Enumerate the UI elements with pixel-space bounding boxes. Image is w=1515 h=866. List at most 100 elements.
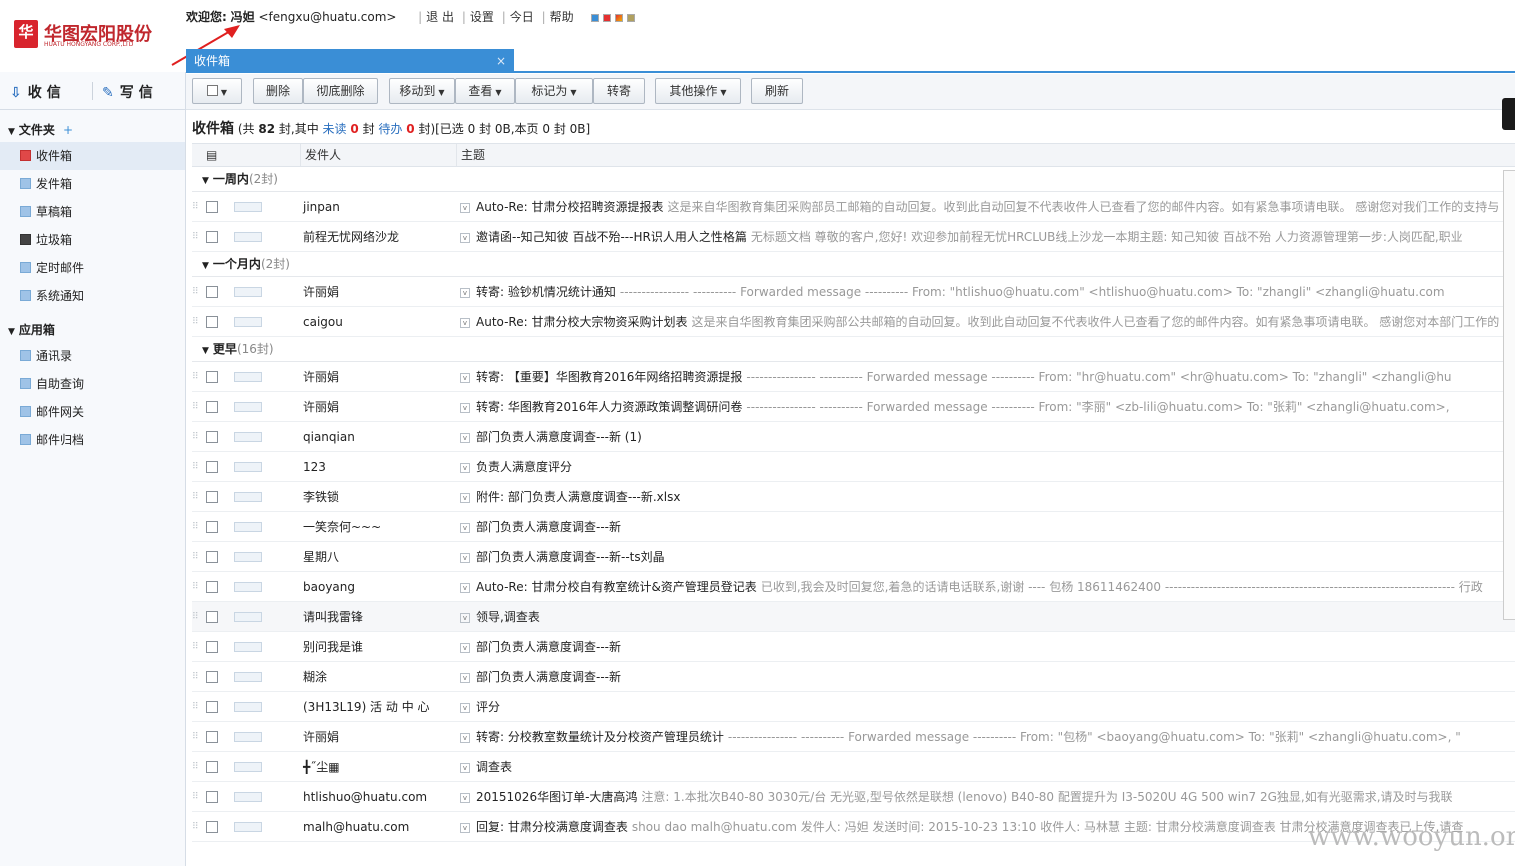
chevron-down-icon[interactable]: v bbox=[460, 612, 470, 623]
chevron-down-icon[interactable]: v bbox=[460, 232, 470, 243]
forward-button[interactable]: 转寄 bbox=[593, 78, 645, 104]
column-subject[interactable]: 主题 bbox=[456, 144, 1506, 166]
row-checkbox[interactable] bbox=[206, 641, 218, 653]
row-checkbox[interactable] bbox=[206, 316, 218, 328]
chevron-down-icon[interactable]: v bbox=[460, 522, 470, 533]
table-row[interactable]: ⠿ 前程无忧网络沙龙 v 邀请函--知己知彼 百战不殆---HR识人用人之性格篇 无标题… bbox=[192, 222, 1515, 252]
chevron-down-icon[interactable]: v bbox=[460, 432, 470, 443]
sidebar-item-system[interactable]: 系统通知 bbox=[0, 282, 185, 310]
folder-section-head[interactable]: ▼ 文件夹 + bbox=[0, 118, 185, 142]
row-checkbox[interactable] bbox=[206, 761, 218, 773]
add-folder-icon[interactable]: + bbox=[63, 123, 73, 137]
table-row[interactable]: ⠿ 许丽娟 v 转寄: 【重要】华图教育2016年网络招聘资源提报 ----------… bbox=[192, 362, 1515, 392]
sidebar-item-gateway[interactable]: 邮件网关 bbox=[0, 398, 185, 426]
other-actions-button[interactable]: 其他操作 ▼ bbox=[655, 78, 741, 104]
row-checkbox[interactable] bbox=[206, 521, 218, 533]
row-checkbox[interactable] bbox=[206, 611, 218, 623]
table-row[interactable]: ⠿ (3H13L19) 活 动 中 心 v 评分 bbox=[192, 692, 1515, 722]
drag-handle-icon[interactable]: ⠿ bbox=[192, 307, 200, 336]
chevron-down-icon[interactable]: v bbox=[460, 492, 470, 503]
table-row[interactable]: ⠿ 许丽娟 v 转寄: 华图教育2016年人力资源政策调整调研问卷 ----------… bbox=[192, 392, 1515, 422]
row-checkbox[interactable] bbox=[206, 371, 218, 383]
table-row[interactable]: ⠿ 请叫我雷锋 v 领导,调查表 bbox=[192, 602, 1515, 632]
row-checkbox[interactable] bbox=[206, 731, 218, 743]
skin-khaki-icon[interactable] bbox=[627, 13, 636, 22]
table-row[interactable]: ⠿ 李铁锁 v 附件: 部门负责人满意度调查---新.xlsx bbox=[192, 482, 1515, 512]
table-row[interactable]: ⠿ baoyang v Auto-Re: 甘肃分校自有教室统计&资产管理员登记表 已收到… bbox=[192, 572, 1515, 602]
table-row[interactable]: ⠿ 一笑奈何~~~ v 部门负责人满意度调查---新 bbox=[192, 512, 1515, 542]
drag-handle-icon[interactable]: ⠿ bbox=[192, 192, 200, 221]
table-row[interactable]: ⠿ 许丽娟 v 转寄: 验钞机情况统计通知 ---------------- -----… bbox=[192, 277, 1515, 307]
drag-handle-icon[interactable]: ⠿ bbox=[192, 277, 200, 306]
chevron-down-icon[interactable]: v bbox=[460, 642, 470, 653]
chevron-down-icon[interactable]: v bbox=[460, 287, 470, 298]
drag-handle-icon[interactable]: ⠿ bbox=[192, 662, 200, 691]
drag-handle-icon[interactable]: ⠿ bbox=[192, 752, 200, 781]
group-header[interactable]: ▼ 一个月内(2封) bbox=[192, 252, 1515, 277]
row-checkbox[interactable] bbox=[206, 401, 218, 413]
scrollbar[interactable] bbox=[1503, 170, 1515, 620]
purge-button[interactable]: 彻底删除 bbox=[303, 78, 378, 104]
skin-orange-icon[interactable] bbox=[615, 13, 624, 22]
table-row[interactable]: ⠿ qianqian v 部门负责人满意度调查---新 (1) bbox=[192, 422, 1515, 452]
table-row[interactable]: ⠿ 星期八 v 部门负责人满意度调查---新--ts刘晶 bbox=[192, 542, 1515, 572]
sidebar-item-sent[interactable]: 发件箱 bbox=[0, 170, 185, 198]
delete-button[interactable]: 删除 bbox=[253, 78, 303, 104]
drag-handle-icon[interactable]: ⠿ bbox=[192, 722, 200, 751]
row-checkbox[interactable] bbox=[206, 431, 218, 443]
drag-handle-icon[interactable]: ⠿ bbox=[192, 512, 200, 541]
drag-handle-icon[interactable]: ⠿ bbox=[192, 632, 200, 661]
sidebar-item-trash[interactable]: 垃圾箱 bbox=[0, 226, 185, 254]
chevron-down-icon[interactable]: v bbox=[460, 402, 470, 413]
settings-link[interactable]: 设置 bbox=[466, 10, 498, 24]
column-from[interactable]: 发件人 bbox=[300, 144, 458, 166]
drag-handle-icon[interactable]: ⠿ bbox=[192, 602, 200, 631]
tab-inbox[interactable]: 收件箱 × bbox=[186, 49, 514, 73]
chevron-down-icon[interactable]: v bbox=[460, 702, 470, 713]
unread-link[interactable]: 未读 bbox=[323, 122, 347, 136]
chevron-down-icon[interactable]: v bbox=[460, 672, 470, 683]
group-header[interactable]: ▼ 一周内(2封) bbox=[192, 167, 1515, 192]
row-checkbox[interactable] bbox=[206, 201, 218, 213]
row-checkbox[interactable] bbox=[206, 286, 218, 298]
table-row[interactable]: ⠿ 别问我是谁 v 部门负责人满意度调查---新 bbox=[192, 632, 1515, 662]
table-row[interactable]: ⠿ ╋˝尘▦ v 调查表 bbox=[192, 752, 1515, 782]
drag-handle-icon[interactable]: ⠿ bbox=[192, 222, 200, 251]
view-button[interactable]: 查看 ▼ bbox=[455, 78, 515, 104]
table-row[interactable]: ⠿ 123 v 负责人满意度评分 bbox=[192, 452, 1515, 482]
chevron-down-icon[interactable]: v bbox=[460, 462, 470, 473]
chevron-down-icon[interactable]: v bbox=[460, 202, 470, 213]
chevron-down-icon[interactable]: v bbox=[460, 792, 470, 803]
drag-handle-icon[interactable]: ⠿ bbox=[192, 572, 200, 601]
table-row[interactable]: ⠿ caigou v Auto-Re: 甘肃分校大宗物资采购计划表 这是来自华图教育集团… bbox=[192, 307, 1515, 337]
skin-blue-icon[interactable] bbox=[591, 13, 600, 22]
table-row[interactable]: ⠿ 许丽娟 v 转寄: 分校教室数量统计及分校资产管理员统计 -------------… bbox=[192, 722, 1515, 752]
chevron-down-icon[interactable]: v bbox=[460, 317, 470, 328]
table-row[interactable]: ⠿ 糊涂 v 部门负责人满意度调查---新 bbox=[192, 662, 1515, 692]
drag-handle-icon[interactable]: ⠿ bbox=[192, 362, 200, 391]
receive-button[interactable]: ⇩ 收信 bbox=[10, 82, 66, 102]
help-link[interactable]: 帮助 bbox=[546, 10, 578, 24]
row-checkbox[interactable] bbox=[206, 701, 218, 713]
drag-handle-icon[interactable]: ⠿ bbox=[192, 692, 200, 721]
logout-link[interactable]: 退 出 bbox=[422, 10, 458, 24]
sidebar-item-drafts[interactable]: 草稿箱 bbox=[0, 198, 185, 226]
today-link[interactable]: 今日 bbox=[506, 10, 538, 24]
todo-link[interactable]: 待办 bbox=[378, 122, 402, 136]
drag-handle-icon[interactable]: ⠿ bbox=[192, 482, 200, 511]
chevron-down-icon[interactable]: v bbox=[460, 732, 470, 743]
tab-close-icon[interactable]: × bbox=[496, 49, 506, 73]
row-checkbox[interactable] bbox=[206, 821, 218, 833]
row-checkbox[interactable] bbox=[206, 491, 218, 503]
drag-handle-icon[interactable]: ⠿ bbox=[192, 422, 200, 451]
row-checkbox[interactable] bbox=[206, 231, 218, 243]
refresh-button[interactable]: 刷新 bbox=[751, 78, 803, 104]
column-options-icon[interactable]: ▤ bbox=[192, 144, 302, 166]
select-all-dropdown[interactable]: ▼ bbox=[192, 78, 242, 104]
chevron-down-icon[interactable]: v bbox=[460, 372, 470, 383]
row-checkbox[interactable] bbox=[206, 461, 218, 473]
drag-handle-icon[interactable]: ⠿ bbox=[192, 392, 200, 421]
side-panel-tab[interactable] bbox=[1502, 98, 1515, 130]
drag-handle-icon[interactable]: ⠿ bbox=[192, 812, 200, 841]
drag-handle-icon[interactable]: ⠿ bbox=[192, 452, 200, 481]
